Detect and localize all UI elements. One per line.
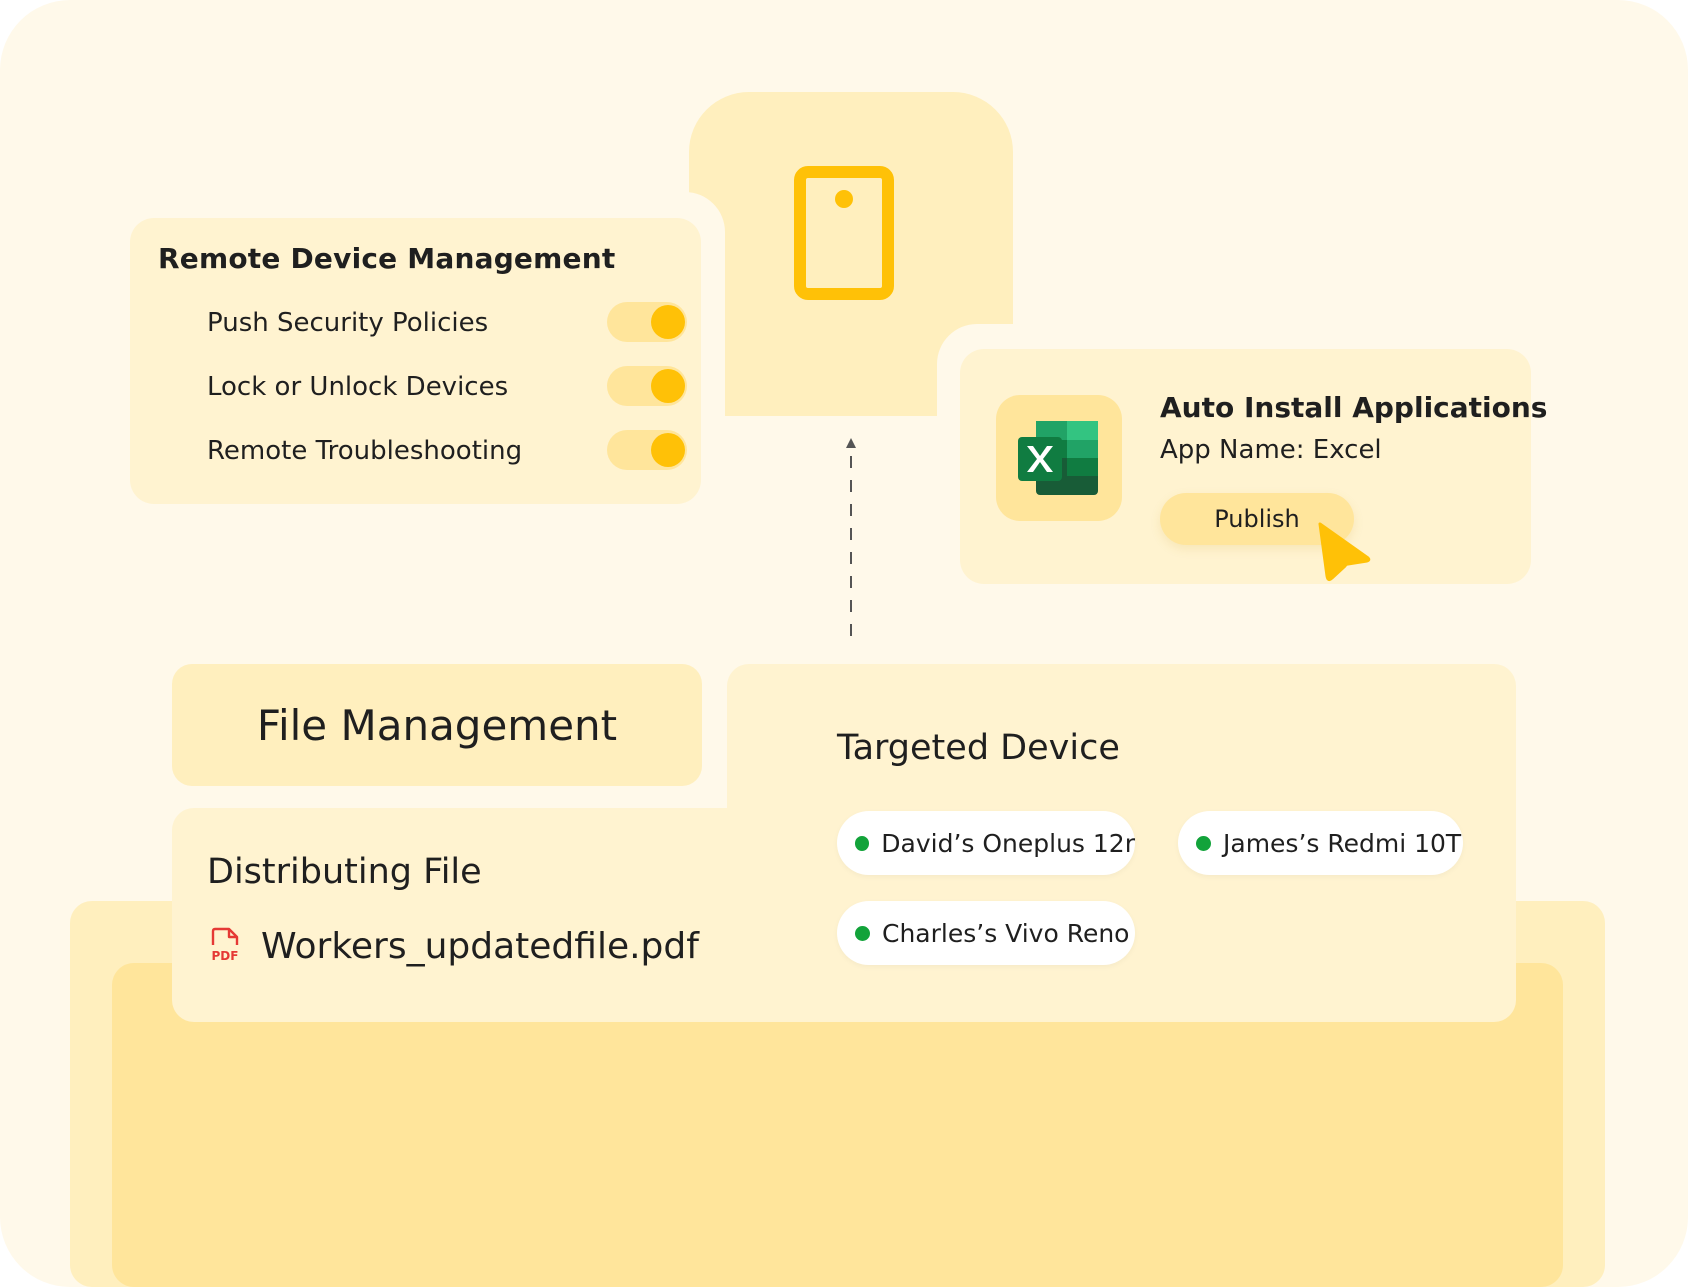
card-title: Auto Install Applications — [1160, 391, 1548, 424]
app-icon-tile — [996, 395, 1122, 521]
targeted-device-panel: Targeted Device David’s Oneplus 12r Jame… — [727, 664, 1516, 1022]
toggle-knob — [651, 305, 685, 339]
remote-device-management-card: Remote Device Management Push Security P… — [130, 218, 701, 504]
device-chip[interactable]: Charles’s Vivo Reno — [837, 901, 1135, 965]
remote-troubleshooting-toggle[interactable] — [607, 430, 687, 470]
distributing-file-panel: Distributing File PDF Workers_updatedfil… — [172, 808, 762, 1022]
setting-label: Lock or Unlock Devices — [207, 372, 509, 402]
setting-label: Remote Troubleshooting — [207, 436, 523, 466]
online-status-dot — [855, 835, 870, 851]
targeted-device-title: Targeted Device — [837, 728, 1120, 768]
app-name: App Name: Excel — [1160, 435, 1382, 465]
dashed-arrow — [846, 438, 856, 644]
cursor-icon — [1318, 522, 1371, 582]
push-security-toggle[interactable] — [607, 302, 687, 342]
distributing-file-title: Distributing File — [207, 852, 482, 892]
setting-row-push-security: Push Security Policies — [207, 302, 687, 342]
online-status-dot — [1196, 835, 1211, 851]
excel-icon — [1018, 421, 1098, 495]
device-chip[interactable]: David’s Oneplus 12r — [837, 811, 1135, 875]
toggle-knob — [651, 433, 685, 467]
file-item[interactable]: PDF Workers_updatedfile.pdf — [207, 924, 699, 968]
online-status-dot — [855, 925, 870, 941]
card-title: Remote Device Management — [158, 242, 616, 275]
setting-row-remote-troubleshooting: Remote Troubleshooting — [207, 430, 687, 470]
smartphone-icon — [794, 166, 894, 300]
device-chip[interactable]: James’s Redmi 10T — [1178, 811, 1463, 875]
section-title: File Management — [256, 700, 618, 750]
device-name: James’s Redmi 10T — [1223, 828, 1462, 858]
svg-text:PDF: PDF — [212, 949, 239, 963]
canvas: Remote Device Management Push Security P… — [0, 0, 1688, 1287]
auto-install-card: Auto Install Applications App Name: Exce… — [960, 349, 1547, 584]
setting-row-lock-unlock: Lock or Unlock Devices — [207, 366, 687, 406]
pdf-icon: PDF — [212, 927, 239, 963]
toggle-knob — [651, 369, 685, 403]
file-management-header: File Management — [172, 664, 702, 786]
setting-label: Push Security Policies — [207, 308, 489, 338]
device-name: Charles’s Vivo Reno — [882, 918, 1130, 948]
lock-unlock-toggle[interactable] — [607, 366, 687, 406]
file-name: Workers_updatedfile.pdf — [261, 925, 699, 967]
device-name: David’s Oneplus 12r — [881, 828, 1135, 858]
